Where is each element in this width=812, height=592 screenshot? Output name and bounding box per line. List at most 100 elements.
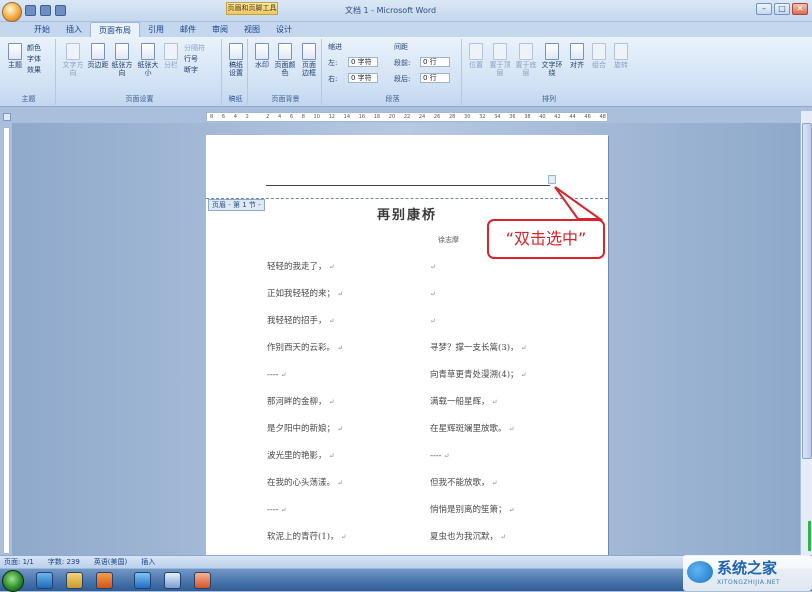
tab-design[interactable]: 设计 [268,22,300,37]
poem-line-text: ---- [267,370,279,380]
text-direction-label: 文字方向 [62,61,84,77]
paragraph-mark: ↵ [278,506,287,514]
position-label: 位置 [469,61,483,69]
breaks-button[interactable]: 分隔符 [184,43,205,53]
spacing-after-input[interactable]: 0 行 [420,73,450,83]
paragraph-mark: ↵ [326,398,335,406]
poem-line: 在星辉斑斓里放歌。 ↵ [430,423,527,450]
position-button[interactable]: 位置 [466,43,486,69]
page-color-button[interactable]: 页面颜色 [274,43,296,77]
media-player-icon[interactable] [96,572,113,589]
theme-effects-button[interactable]: 效果 [27,65,41,75]
poem-line-text: 正如我轻轻的来； [267,289,336,299]
poem-line: 那河畔的金柳， ↵ [267,396,347,423]
paragraph-mark: ↵ [430,263,436,271]
insert-mode[interactable]: 插入 [141,556,155,568]
poem-line-text: 我轻轻的招手， [267,316,327,326]
app-icon[interactable] [134,572,151,589]
arrange-group: 位置 置于顶层 置于底层 文字环绕 对齐 组合 旋转 排列 [464,39,634,105]
watermark-button[interactable]: 水印 [253,43,271,69]
watermark-subtitle: XITONGZHIJIA.NET [717,579,781,586]
minimize-button[interactable]: – [756,3,772,15]
paragraph-mark: ↵ [335,425,344,433]
poem-line-text: 但我不能放歌， [430,478,490,488]
paragraph-mark: ↵ [278,371,287,379]
ruler-number: 4 [277,114,282,120]
tab-selector-button[interactable] [3,113,11,121]
powerpoint-icon[interactable] [194,572,211,589]
indent-right-input[interactable]: 0 字符 [348,73,378,83]
manuscript-group-label: 稿纸 [228,95,243,103]
margins-icon [91,43,105,60]
indent-left-input[interactable]: 0 字符 [348,57,378,67]
paper-size-button[interactable]: 纸张大小 [136,43,160,77]
start-button[interactable] [2,570,24,592]
office-button[interactable] [2,2,22,22]
explorer-icon[interactable] [66,572,83,589]
text-direction-icon [66,43,80,60]
tab-mailings[interactable]: 邮件 [172,22,204,37]
maximize-button[interactable]: □ [774,3,790,15]
spacing-before-input[interactable]: 0 行 [420,57,450,67]
text-wrap-button[interactable]: 文字环绕 [540,43,564,77]
line-numbers-button[interactable]: 行号 [184,54,198,64]
language-indicator[interactable]: 英语(美国) [94,556,127,568]
columns-icon [164,43,178,60]
horizontal-ruler[interactable]: 8 6 4 2 2 4 6 8 10 12 14 16 18 20 22 24 26 28 30 32 34 36 38 40… [206,112,608,122]
page-borders-label: 页面边框 [302,61,316,77]
close-button[interactable]: ✕ [792,3,808,15]
group-button[interactable]: 组合 [590,43,608,69]
theme-colors-button[interactable]: 颜色 [27,43,41,53]
columns-button[interactable]: 分栏 [162,43,180,69]
tab-page-layout[interactable]: 页面布局 [90,22,140,37]
paragraph-mark: ↵ [506,425,515,433]
text-direction-button[interactable]: 文字方向 [61,43,85,77]
vertical-ruler[interactable] [3,127,10,554]
ruler-number: 20 [388,114,396,120]
margins-button[interactable]: 页边距 [87,43,109,69]
ribbon-tab-bar: 开始 插入 页面布局 引用 邮件 审阅 视图 设计 [0,22,812,37]
save-icon[interactable] [25,5,36,16]
scroll-indicator [808,521,811,551]
send-to-back-button[interactable]: 置于底层 [514,43,538,77]
tab-references[interactable]: 引用 [140,22,172,37]
spacing-before-label: 段前: [394,59,411,67]
ruler-number: 40 [539,114,546,120]
tab-review[interactable]: 审阅 [204,22,236,37]
poem-line: 但我不能放歌， ↵ [430,477,527,504]
paragraph-mark: ↵ [338,533,347,541]
ie-icon[interactable] [36,572,53,589]
paragraph-mark: ↵ [518,344,527,352]
manuscript-settings-button[interactable]: 稿纸设置 [227,43,245,77]
tab-insert[interactable]: 插入 [58,22,90,37]
group-icon [592,43,606,60]
columns-label: 分栏 [164,61,178,69]
bring-to-front-button[interactable]: 置于顶层 [488,43,512,77]
ruler-number: 8 [301,114,305,120]
tab-home[interactable]: 开始 [26,22,58,37]
poem-author: 徐志摩 [438,236,459,244]
align-button[interactable]: 对齐 [568,43,586,69]
themes-button[interactable]: 主题 [5,43,25,69]
poem-line-text: ---- [267,505,279,515]
scrollbar-thumb[interactable] [802,123,812,459]
hyphenation-button[interactable]: 断字 [184,65,198,75]
page-background-group: 水印 页面颜色 页面边框 页面背景 [250,39,322,105]
tab-view[interactable]: 视图 [236,22,268,37]
page-count[interactable]: 页面: 1/1 [4,556,34,568]
word-count[interactable]: 字数: 239 [48,556,80,568]
ruler-number: 44 [569,114,576,120]
page-borders-icon [302,43,316,60]
orientation-button[interactable]: 纸张方向 [110,43,134,77]
ruler-number: 42 [554,114,561,120]
theme-fonts-button[interactable]: 字体 [27,54,41,64]
redo-icon[interactable] [55,5,66,16]
undo-icon[interactable] [40,5,51,16]
indent-left-label: 左: [328,59,338,67]
page-borders-button[interactable]: 页面边框 [300,43,318,77]
vertical-scrollbar[interactable] [800,111,812,555]
rotate-button[interactable]: 旋转 [612,43,630,69]
word-taskbar-icon[interactable] [164,572,181,589]
poem-line-text: 夏虫也为我沉默， [430,532,499,542]
ruler-number: 48 [599,114,606,120]
